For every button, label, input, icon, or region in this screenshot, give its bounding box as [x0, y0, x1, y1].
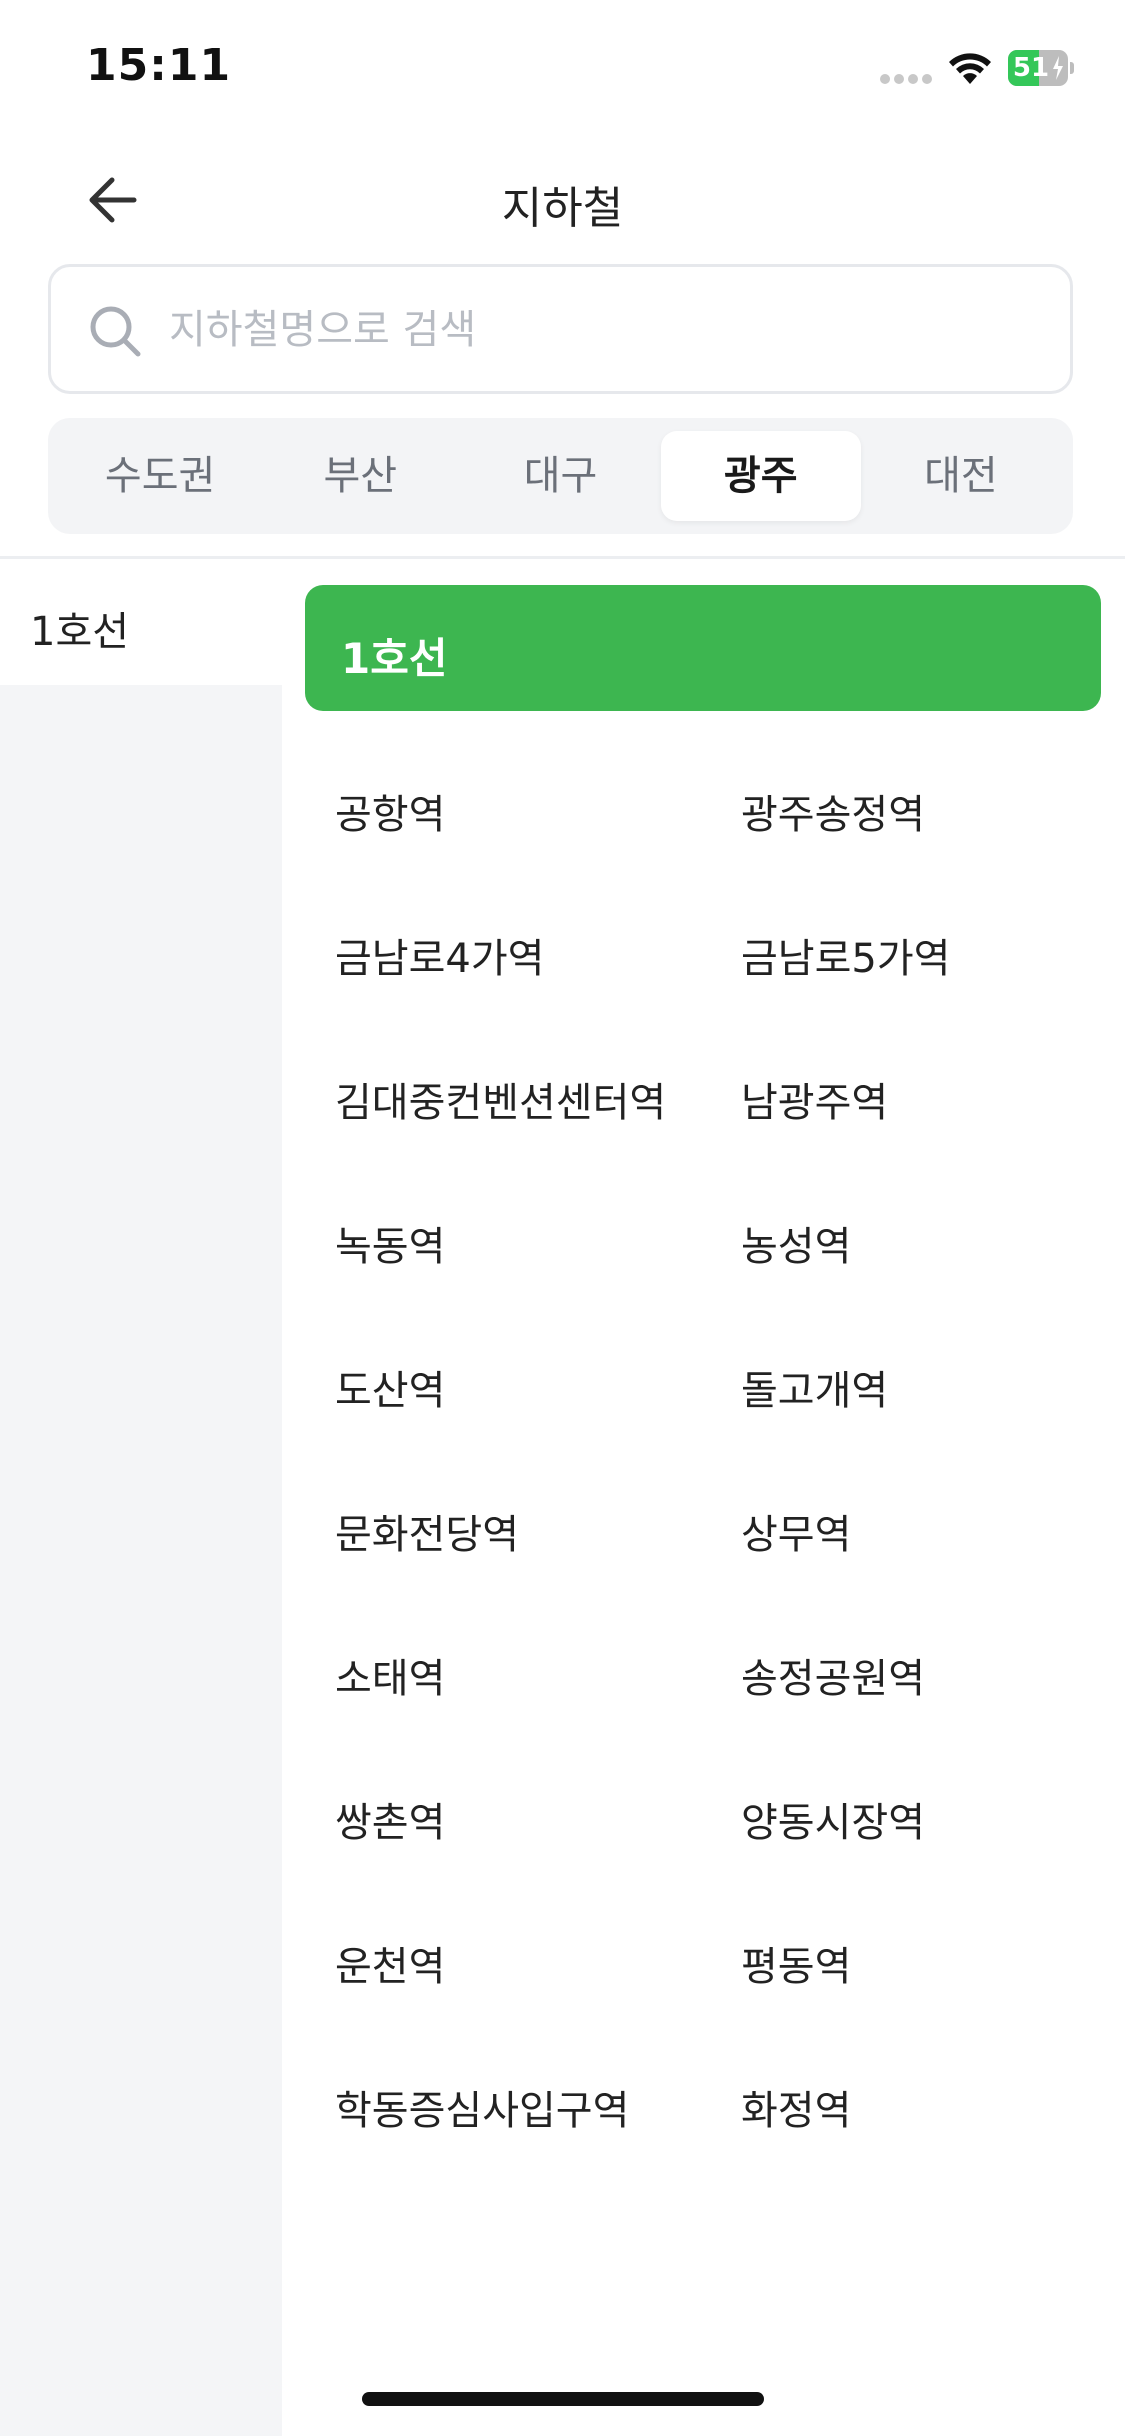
battery-body: 51: [1008, 50, 1068, 86]
line-header: 1호선: [305, 585, 1101, 711]
station-item[interactable]: 금남로4가역: [305, 876, 709, 1020]
station-name: 남광주역: [741, 1080, 889, 1126]
station-name: 돌고개역: [741, 1368, 889, 1414]
station-item[interactable]: 농성역: [709, 1164, 1101, 1308]
station-name: 금남로5가역: [741, 936, 951, 982]
wifi-icon: [949, 53, 991, 84]
home-indicator: [362, 2392, 764, 2406]
tab-gwangju[interactable]: 광주: [660, 431, 861, 521]
station-name: 금남로4가역: [335, 936, 545, 982]
line-sidebar: 1호선: [0, 559, 282, 2436]
station-item[interactable]: 평동역: [709, 1884, 1101, 2028]
station-item[interactable]: 소태역: [305, 1596, 709, 1740]
station-item[interactable]: 상무역: [709, 1452, 1101, 1596]
station-item[interactable]: 김대중컨벤션센터역: [305, 1020, 709, 1164]
header: 지하철: [0, 150, 1125, 250]
station-name: 쌍촌역: [335, 1800, 446, 1846]
tab-busan[interactable]: 부산: [260, 431, 460, 521]
station-item[interactable]: 학동증심사입구역: [305, 2028, 709, 2172]
station-name: 상무역: [741, 1512, 852, 1558]
station-name: 녹동역: [335, 1224, 446, 1270]
station-item[interactable]: 문화전당역: [305, 1452, 709, 1596]
tab-sudogwon[interactable]: 수도권: [60, 431, 260, 521]
station-item[interactable]: 양동시장역: [709, 1740, 1101, 1884]
region-tabs: 수도권 부산 대구 광주 대전: [48, 418, 1073, 534]
station-name: 화정역: [741, 2088, 852, 2134]
station-name: 공항역: [335, 792, 446, 838]
tab-daegu[interactable]: 대구: [460, 431, 660, 521]
station-item[interactable]: 쌍촌역: [305, 1740, 709, 1884]
station-name: 도산역: [335, 1368, 446, 1414]
station-name: 소태역: [335, 1656, 446, 1702]
battery-charging-icon: 51: [1008, 50, 1074, 86]
station-name: 송정공원역: [741, 1656, 925, 1702]
station-item[interactable]: 도산역: [305, 1308, 709, 1452]
tab-daejeon[interactable]: 대전: [861, 431, 1061, 521]
search-box[interactable]: [48, 264, 1073, 394]
station-name: 광주송정역: [741, 792, 925, 838]
station-name: 학동증심사입구역: [335, 2088, 630, 2134]
sidebar-item-line-1[interactable]: 1호선: [0, 559, 282, 685]
subway-station-picker-screen: 15:11 51 지하철 지하철명으로 검색 수도권 부산 대구 광주 대전 1…: [0, 0, 1125, 2436]
bolt-icon: [1053, 56, 1063, 80]
station-item[interactable]: 공항역: [305, 732, 709, 876]
station-item[interactable]: 운천역: [305, 1884, 709, 2028]
station-name: 문화전당역: [335, 1512, 519, 1558]
search-input[interactable]: [169, 297, 1029, 363]
station-name: 김대중컨벤션센터역: [335, 1080, 667, 1126]
battery-tip: [1070, 62, 1074, 74]
signal-dots-icon: [880, 74, 934, 84]
station-item[interactable]: 돌고개역: [709, 1308, 1101, 1452]
station-item[interactable]: 금남로5가역: [709, 876, 1101, 1020]
sidebar-item-label: 1호선: [30, 609, 130, 655]
station-item[interactable]: 녹동역: [305, 1164, 709, 1308]
page-title: 지하철: [501, 183, 624, 234]
station-name: 운천역: [335, 1944, 446, 1990]
station-item[interactable]: 화정역: [709, 2028, 1101, 2172]
station-name: 양동시장역: [741, 1800, 925, 1846]
station-item[interactable]: 남광주역: [709, 1020, 1101, 1164]
battery-level: 51: [1012, 53, 1050, 83]
station-name: 평동역: [741, 1944, 852, 1990]
station-list: 공항역 광주송정역 금남로4가역 금남로5가역 김대중컨벤션센터역 남광주역 녹…: [305, 732, 1101, 2172]
station-item[interactable]: 송정공원역: [709, 1596, 1101, 1740]
station-name: 농성역: [741, 1224, 852, 1270]
status-bar: 15:11 51: [0, 0, 1125, 140]
status-time: 15:11: [86, 40, 232, 91]
station-item[interactable]: 광주송정역: [709, 732, 1101, 876]
line-header-label: 1호선: [341, 634, 448, 683]
search-icon: [90, 306, 141, 357]
